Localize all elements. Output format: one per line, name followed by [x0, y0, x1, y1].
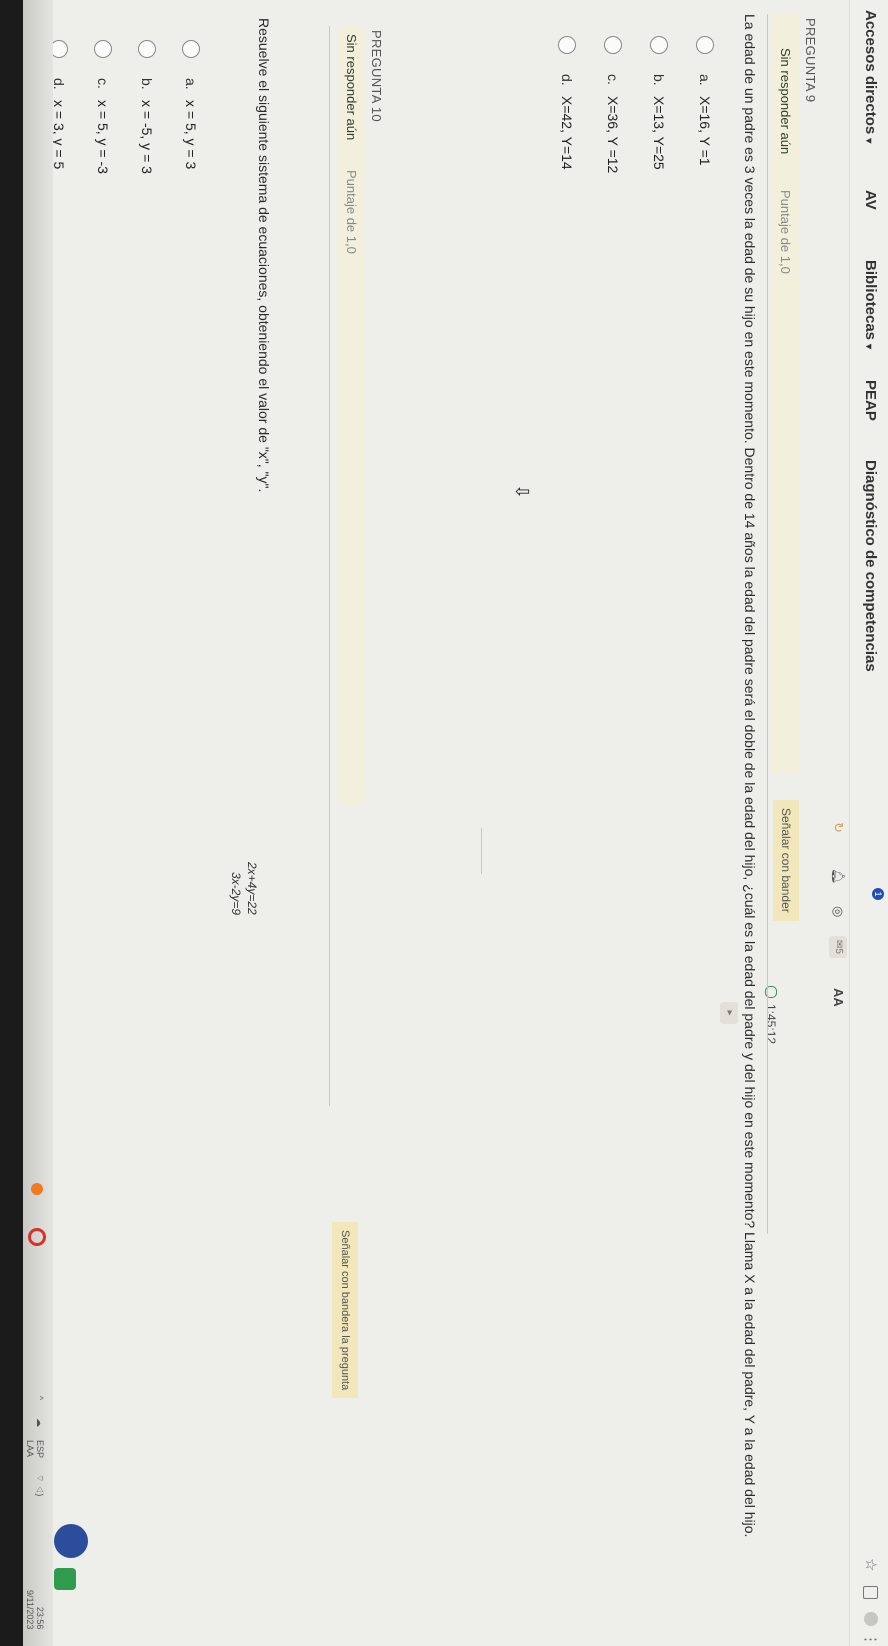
question-10-text: Resuelve el siguiente sistema de ecuacio…	[256, 18, 272, 493]
tray-language[interactable]: ESP LAA	[25, 1440, 45, 1458]
question-10-status: Sin responder aún	[344, 34, 359, 141]
question-9-option-d[interactable]: d. X=42, Y=14	[554, 36, 578, 236]
messages-icon[interactable]: ✉5	[829, 936, 847, 958]
question-10-option-c[interactable]: c. x = 5, y = -3	[90, 40, 114, 240]
question-10-status-bar	[338, 26, 366, 806]
radio-button[interactable]	[558, 36, 576, 54]
radio-button[interactable]	[696, 36, 714, 54]
app-icon-green[interactable]	[54, 1568, 76, 1590]
tray-cloud-icon[interactable]: ☁	[34, 1418, 45, 1427]
profile-icon[interactable]	[864, 1612, 878, 1626]
question-9-option-c[interactable]: c. X=36, Y =12	[600, 36, 624, 236]
bookmark-av[interactable]: AV	[862, 190, 879, 210]
question-10-flag-button[interactable]: Señalar con bandera la pregunta	[332, 1222, 358, 1399]
collapse-panel-icon[interactable]: ▸	[720, 1002, 738, 1024]
bookmark-accesos-directos[interactable]: Accesos directos▾	[862, 10, 879, 143]
question-9-heading: PREGUNTA 9	[803, 18, 818, 103]
tray-clock[interactable]: 23:56 9/11/2023	[25, 1590, 45, 1629]
question-9-option-a[interactable]: a. X=16, Y =1	[692, 36, 716, 236]
bookmark-bibliotecas[interactable]: Bibliotecas▾	[862, 260, 879, 349]
radio-button[interactable]	[650, 36, 668, 54]
menu-dots-icon[interactable]: ⋮	[862, 1632, 880, 1646]
mouse-cursor-icon: ⇩	[512, 484, 532, 500]
bookmarks-bar: Accesos directos▾ AV Bibliotecas▾ PEAP D…	[849, 0, 888, 1646]
equation-2: 3x-2y=9	[229, 872, 243, 916]
chat-icon[interactable]: ◎	[830, 906, 846, 917]
question-10-option-b[interactable]: b. x = -5, y = 3	[134, 40, 158, 240]
screen: Accesos directos▾ AV Bibliotecas▾ PEAP D…	[0, 0, 888, 1646]
bookmark-peap[interactable]: PEAP	[862, 380, 879, 421]
question-9-points: Puntaje de 1,0	[778, 190, 793, 274]
question-10-points: Puntaje de 1,0	[344, 170, 359, 254]
square-icon[interactable]	[863, 1586, 878, 1599]
text-size-button[interactable]: AA	[831, 988, 846, 1007]
bookmark-diagnostico[interactable]: Diagnóstico de competencias	[862, 460, 879, 672]
tray-chevron-icon[interactable]: ^	[35, 1396, 45, 1400]
question-10-heading: PREGUNTA 10	[369, 30, 384, 122]
notification-badge: 1	[872, 888, 884, 900]
question-9-text: La edad de un padre es 3 veces la edad d…	[742, 14, 758, 1538]
radio-button[interactable]	[182, 40, 200, 58]
divider	[767, 14, 768, 1234]
divider	[481, 828, 482, 874]
refresh-icon[interactable]: ↻	[830, 822, 846, 833]
question-10-option-a[interactable]: a. x = 5, y = 3	[178, 40, 202, 240]
question-9-flag-button[interactable]: Señalar con bander	[773, 800, 799, 921]
radio-button[interactable]	[604, 36, 622, 54]
app-icon-red-ring[interactable]	[28, 1228, 46, 1246]
bell-icon[interactable]: 🔔︎	[830, 868, 846, 885]
radio-button[interactable]	[94, 40, 112, 58]
divider	[329, 26, 330, 1106]
star-icon[interactable]: ☆	[862, 1558, 880, 1571]
question-9-option-b[interactable]: b. X=13, Y=25	[646, 36, 670, 236]
equation-1: 2x+4y=22	[245, 862, 259, 915]
tray-wifi-icon[interactable]: ⌔ ◁)	[34, 1474, 45, 1496]
question-9-status: Sin responder aún	[778, 48, 793, 155]
monitor-bezel	[0, 0, 23, 1646]
app-icon-orange[interactable]	[31, 1183, 43, 1195]
radio-button[interactable]	[138, 40, 156, 58]
app-icon-avatar[interactable]	[54, 1524, 88, 1558]
browser-page: Accesos directos▾ AV Bibliotecas▾ PEAP D…	[0, 0, 888, 1646]
